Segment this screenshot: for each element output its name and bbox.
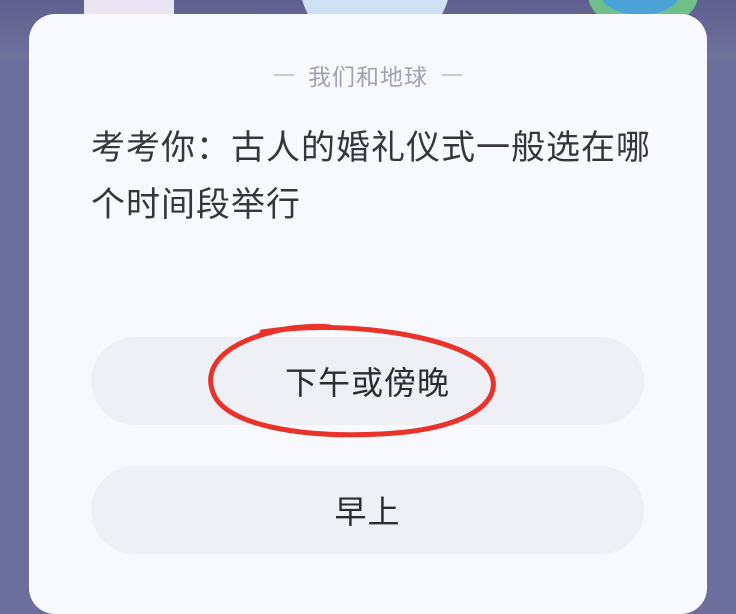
divider-right [442, 74, 462, 76]
quiz-card: 我们和地球 考考你：古人的婚礼仪式一般选在哪个时间段举行 下午或傍晚 早上 [29, 14, 707, 614]
answer-option-2[interactable]: 早上 [91, 466, 644, 554]
divider-left [274, 74, 294, 76]
subtitle-row: 我们和地球 [29, 58, 707, 92]
quiz-subtitle: 我们和地球 [308, 65, 428, 91]
answer-option-label: 下午或傍晚 [284, 364, 450, 402]
answer-option-1[interactable]: 下午或傍晚 [91, 337, 644, 425]
answer-option-label: 早上 [334, 493, 401, 531]
question-text: 考考你：古人的婚礼仪式一般选在哪个时间段举行 [91, 128, 651, 225]
